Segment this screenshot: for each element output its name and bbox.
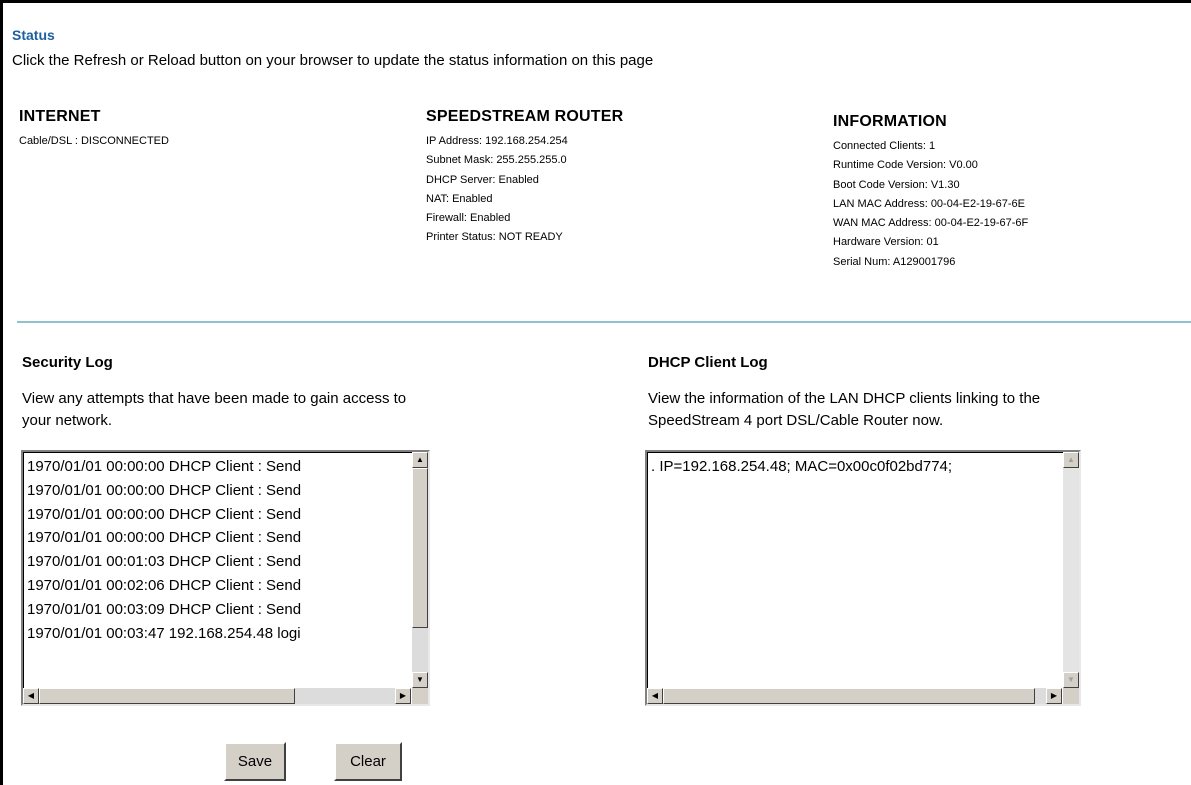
list-item[interactable]: 1970/01/01 00:00:00 DHCP Client : Send xyxy=(27,526,301,550)
router-info: IP Address: 192.168.254.254 Subnet Mask:… xyxy=(426,132,568,248)
dhcp-log-description: View the information of the LAN DHCP cli… xyxy=(648,388,1040,432)
dhcp-log-listbox[interactable]: . IP=192.168.254.48; MAC=0x00c0f02bd774;… xyxy=(645,450,1081,706)
router-subnet-mask: Subnet Mask: 255.255.255.0 xyxy=(426,154,567,167)
scroll-up-icon[interactable]: ▲ xyxy=(1063,452,1079,468)
dhcp-log-description-line2: SpeedStream 4 port DSL/Cable Router now. xyxy=(648,412,944,429)
security-log-horizontal-scrollbar[interactable]: ◀ ▶ xyxy=(23,688,411,704)
section-divider xyxy=(17,321,1191,323)
router-dhcp-server: DHCP Server: Enabled xyxy=(426,173,539,186)
scroll-left-icon[interactable]: ◀ xyxy=(647,688,663,704)
info-serial-num: Serial Num: A129001796 xyxy=(833,255,956,268)
list-item[interactable]: 1970/01/01 00:00:00 DHCP Client : Send xyxy=(27,479,301,503)
security-log-listbox[interactable]: 1970/01/01 00:00:00 DHCP Client : Send 1… xyxy=(21,450,430,706)
dhcp-log-horizontal-scrollbar[interactable]: ◀ ▶ xyxy=(647,688,1062,704)
router-firewall: Firewall: Enabled xyxy=(426,212,511,225)
scroll-corner xyxy=(412,688,428,704)
list-item[interactable]: 1970/01/01 00:02:06 DHCP Client : Send xyxy=(27,574,301,598)
save-button[interactable]: Save xyxy=(224,742,286,781)
scroll-up-icon[interactable]: ▲ xyxy=(412,452,428,468)
list-item[interactable]: 1970/01/01 00:00:00 DHCP Client : Send xyxy=(27,503,301,527)
information-info: Connected Clients: 1 Runtime Code Versio… xyxy=(833,137,1028,272)
info-connected-clients: Connected Clients: 1 xyxy=(833,140,936,152)
security-log-heading: Security Log xyxy=(22,354,113,371)
info-hardware-version: Hardware Version: 01 xyxy=(833,236,939,249)
router-heading: SPEEDSTREAM ROUTER xyxy=(426,108,624,125)
internet-info: Cable/DSL : DISCONNECTED xyxy=(19,132,169,151)
scroll-down-icon[interactable]: ▼ xyxy=(412,672,428,688)
list-item[interactable]: 1970/01/01 00:01:03 DHCP Client : Send xyxy=(27,550,301,574)
vertical-scroll-thumb[interactable] xyxy=(412,468,428,628)
list-item[interactable]: . IP=192.168.254.48; MAC=0x00c0f02bd774; xyxy=(651,455,952,479)
info-lan-mac-address: LAN MAC Address: 00-04-E2-19-67-6E xyxy=(833,197,1025,210)
list-item[interactable]: 1970/01/01 00:00:00 DHCP Client : Send xyxy=(27,455,301,479)
internet-status: Cable/DSL : DISCONNECTED xyxy=(19,135,169,147)
security-log-description-line1: View any attempts that have been made to… xyxy=(22,390,407,407)
scroll-left-icon[interactable]: ◀ xyxy=(23,688,39,704)
information-heading: INFORMATION xyxy=(833,113,947,130)
dhcp-log-description-line1: View the information of the LAN DHCP cli… xyxy=(648,390,1041,407)
horizontal-scroll-thumb[interactable] xyxy=(663,688,1035,704)
security-log-description: View any attempts that have been made to… xyxy=(22,388,406,432)
clear-button[interactable]: Clear xyxy=(334,742,402,781)
security-log-entries: 1970/01/01 00:00:00 DHCP Client : Send 1… xyxy=(27,455,301,645)
info-wan-mac-address: WAN MAC Address: 00-04-E2-19-67-6F xyxy=(833,217,1029,230)
router-nat: NAT: Enabled xyxy=(426,192,493,205)
info-boot-code-version: Boot Code Version: V1.30 xyxy=(833,178,960,191)
info-runtime-code-version: Runtime Code Version: V0.00 xyxy=(833,159,978,172)
scroll-corner xyxy=(1063,688,1079,704)
dhcp-log-inner: . IP=192.168.254.48; MAC=0x00c0f02bd774; xyxy=(647,452,1079,704)
security-log-description-line2: your network. xyxy=(22,412,113,429)
list-item[interactable]: 1970/01/01 00:03:09 DHCP Client : Send xyxy=(27,598,301,622)
security-log-inner: 1970/01/01 00:00:00 DHCP Client : Send 1… xyxy=(23,452,428,704)
router-printer-status: Printer Status: NOT READY xyxy=(426,231,563,244)
internet-heading: INTERNET xyxy=(19,108,101,125)
horizontal-scroll-thumb[interactable] xyxy=(39,688,295,704)
page-title: Status xyxy=(12,27,55,43)
dhcp-log-vertical-scrollbar[interactable]: ▲ ▼ xyxy=(1063,452,1079,688)
dhcp-log-entries: . IP=192.168.254.48; MAC=0x00c0f02bd774; xyxy=(651,455,952,479)
scroll-down-icon[interactable]: ▼ xyxy=(1063,672,1079,688)
security-log-vertical-scrollbar[interactable]: ▲ ▼ xyxy=(412,452,428,688)
list-item[interactable]: 1970/01/01 00:03:47 192.168.254.48 logi xyxy=(27,622,301,646)
scroll-right-icon[interactable]: ▶ xyxy=(1046,688,1062,704)
scroll-right-icon[interactable]: ▶ xyxy=(395,688,411,704)
page-description: Click the Refresh or Reload button on yo… xyxy=(12,52,654,69)
router-ip-address: IP Address: 192.168.254.254 xyxy=(426,135,568,147)
dhcp-log-heading: DHCP Client Log xyxy=(648,354,768,371)
